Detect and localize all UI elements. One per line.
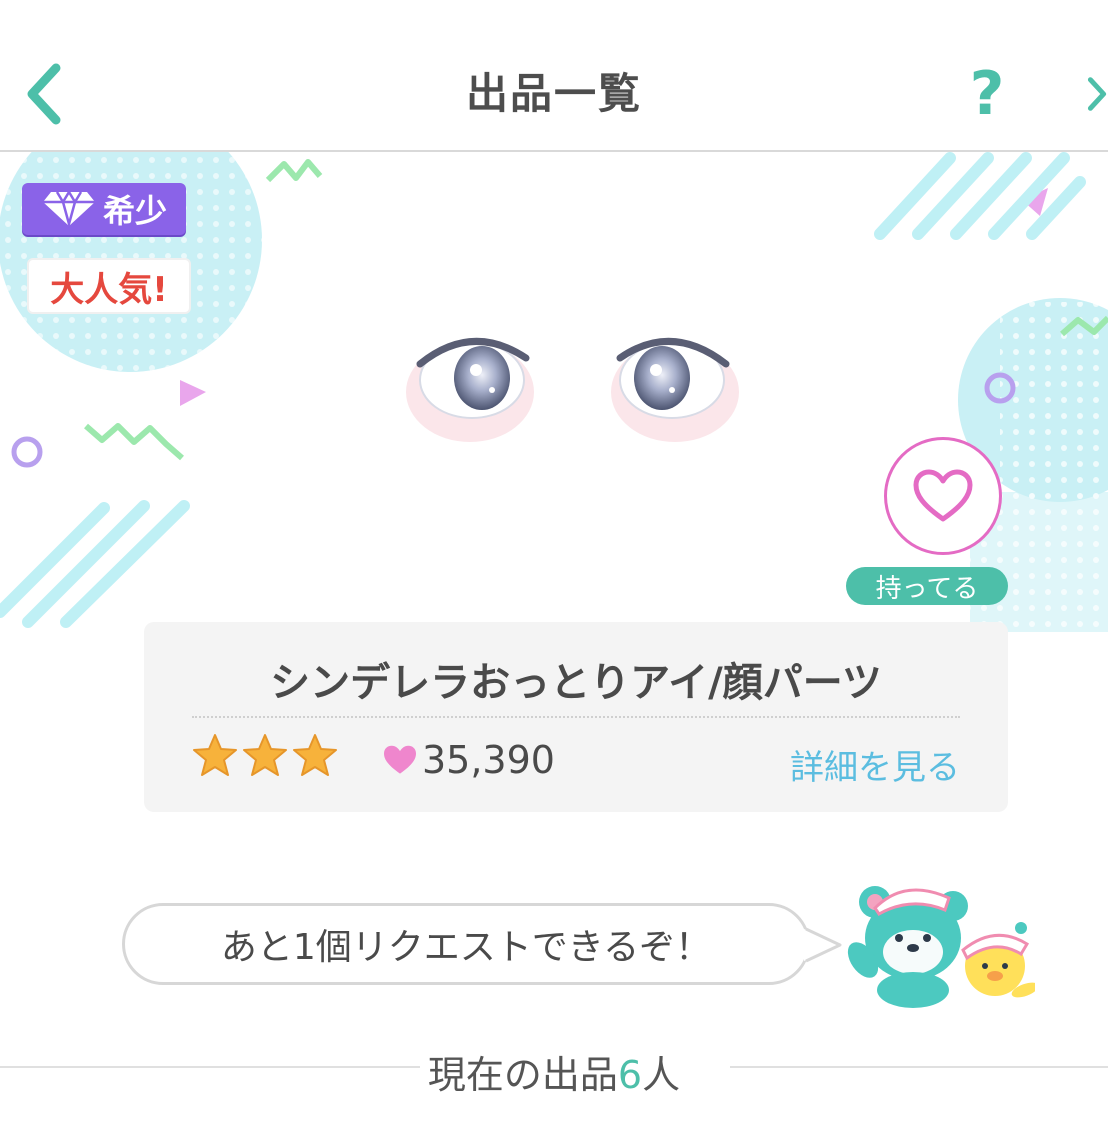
item-name: シンデレラおっとりアイ/顔パーツ (270, 660, 882, 706)
current-listing-count: 現在の出品6人 (0, 1044, 1108, 1099)
chevron-right-icon (1087, 77, 1107, 111)
favorite-button[interactable] (884, 437, 1002, 555)
like-count-value: 35,390 (422, 738, 555, 782)
heart-icon (384, 745, 416, 774)
bubble-tail (804, 927, 842, 963)
rarity-stars (192, 732, 338, 778)
help-icon: ? (969, 59, 1005, 129)
help-button[interactable]: ? (955, 58, 1019, 130)
listing-count-suffix: 人 (642, 1053, 681, 1097)
owned-badge: 持ってる (846, 567, 1008, 605)
popular-badge: 大人気! (27, 258, 191, 314)
star-icon (193, 734, 237, 776)
rare-badge: 希少 (22, 183, 186, 235)
diamond-icon (42, 190, 95, 228)
star-icon (243, 734, 287, 776)
heart-outline-icon (913, 469, 973, 522)
like-count: 35,390 (382, 738, 555, 782)
view-details-link[interactable]: 詳細を見る (790, 740, 960, 789)
item-eyes-image (406, 338, 739, 442)
card-divider (192, 716, 960, 718)
rare-badge-label: 希少 (102, 192, 167, 230)
request-message: あと1個リクエストできるぞ！ (220, 927, 712, 968)
listing-count-number: 6 (617, 1053, 643, 1097)
popular-badge-label: 大人気! (50, 269, 168, 310)
request-message-bubble: あと1個リクエストできるぞ！ (122, 903, 810, 985)
mascot-characters (847, 886, 1035, 1008)
star-icon (293, 734, 337, 776)
item-info-card: シンデレラおっとりアイ/顔パーツ 35,390 詳細を見る (144, 622, 1008, 812)
listing-count-prefix: 現在の出品 (427, 1053, 618, 1097)
next-button[interactable] (1076, 58, 1108, 130)
owned-label: 持ってる (875, 573, 979, 604)
header-bar: 出品一覧 ? (0, 0, 1108, 152)
page-title: 出品一覧 (465, 69, 642, 118)
